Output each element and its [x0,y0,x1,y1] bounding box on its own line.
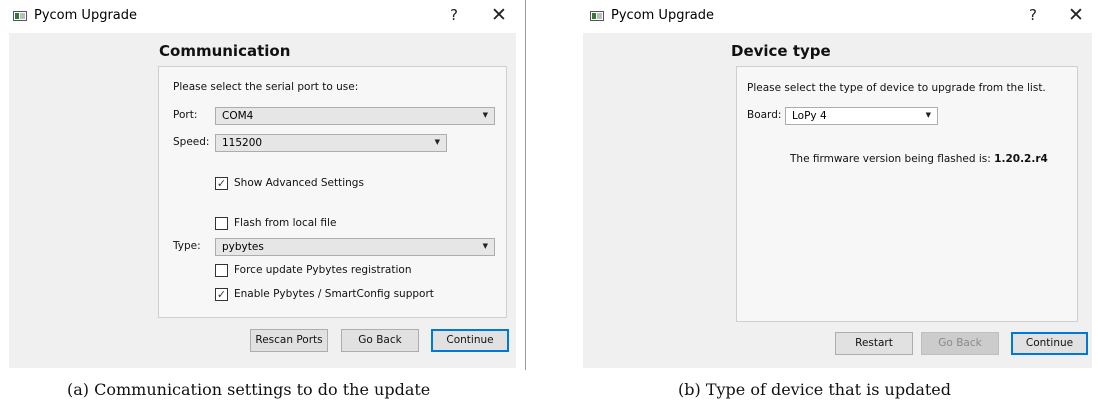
communication-window: Pycom Upgrade ? ✕ Communication Please s… [0,0,526,370]
device-type-window: Pycom Upgrade ? ✕ Device type Please sel… [577,0,1098,370]
page-title: Communication [159,42,291,60]
chevron-down-icon: ▼ [925,111,931,119]
speed-value: 115200 [222,137,263,149]
chevron-down-icon: ▼ [482,111,488,119]
firmware-prefix: The firmware version being flashed is: [790,153,991,165]
continue-button[interactable]: Continue [431,329,509,352]
dialog-body: Device type Please select the type of de… [583,33,1092,368]
rescan-ports-button[interactable]: Rescan Ports [250,329,328,352]
continue-button[interactable]: Continue [1011,332,1088,355]
help-icon[interactable]: ? [450,6,458,24]
speed-label: Speed: [173,136,210,148]
go-back-button[interactable]: Go Back [341,329,419,352]
show-advanced-checkbox[interactable]: ✓ [215,177,228,190]
chevron-down-icon: ▼ [482,242,488,250]
restart-button[interactable]: Restart [835,332,913,355]
dialog-body: Communication Please select the serial p… [9,33,516,368]
board-select[interactable]: LoPy 4 ▼ [785,107,938,125]
flash-local-checkbox[interactable] [215,217,228,230]
enable-pybytes-label[interactable]: Enable Pybytes / SmartConfig support [234,288,434,300]
device-group: Please select the type of device to upgr… [736,66,1078,322]
enable-pybytes-checkbox[interactable]: ✓ [215,288,228,301]
type-select[interactable]: pybytes ▼ [215,238,495,256]
instruction-text: Please select the serial port to use: [173,81,359,93]
close-icon[interactable]: ✕ [491,4,507,26]
title-bar[interactable]: Pycom Upgrade ? ✕ [577,0,1098,33]
board-label: Board: [747,109,782,121]
type-label: Type: [173,240,201,252]
settings-group: Please select the serial port to use: Po… [158,66,507,318]
page-title: Device type [731,42,831,60]
caption-b: (b) Type of device that is updated [678,380,952,399]
force-update-label[interactable]: Force update Pybytes registration [234,264,411,276]
go-back-button: Go Back [921,332,999,355]
close-icon[interactable]: ✕ [1068,4,1084,26]
chevron-down-icon: ▼ [434,138,440,146]
board-value: LoPy 4 [792,110,827,122]
firmware-version: 1.20.2.r4 [994,153,1048,165]
help-icon[interactable]: ? [1029,6,1037,24]
firmware-info: The firmware version being flashed is: 1… [790,153,1048,165]
port-select[interactable]: COM4 ▼ [215,107,495,125]
caption-a: (a) Communication settings to do the upd… [67,380,431,399]
app-icon [590,11,604,21]
force-update-checkbox[interactable] [215,264,228,277]
window-title: Pycom Upgrade [611,8,715,23]
type-value: pybytes [222,241,264,253]
port-label: Port: [173,109,198,121]
instruction-text: Please select the type of device to upgr… [747,82,1046,94]
app-icon [13,11,27,21]
window-title: Pycom Upgrade [34,8,138,23]
title-bar[interactable]: Pycom Upgrade ? ✕ [0,0,525,33]
show-advanced-label[interactable]: Show Advanced Settings [234,177,364,189]
port-value: COM4 [222,110,254,122]
flash-local-label[interactable]: Flash from local file [234,217,336,229]
speed-select[interactable]: 115200 ▼ [215,134,447,152]
